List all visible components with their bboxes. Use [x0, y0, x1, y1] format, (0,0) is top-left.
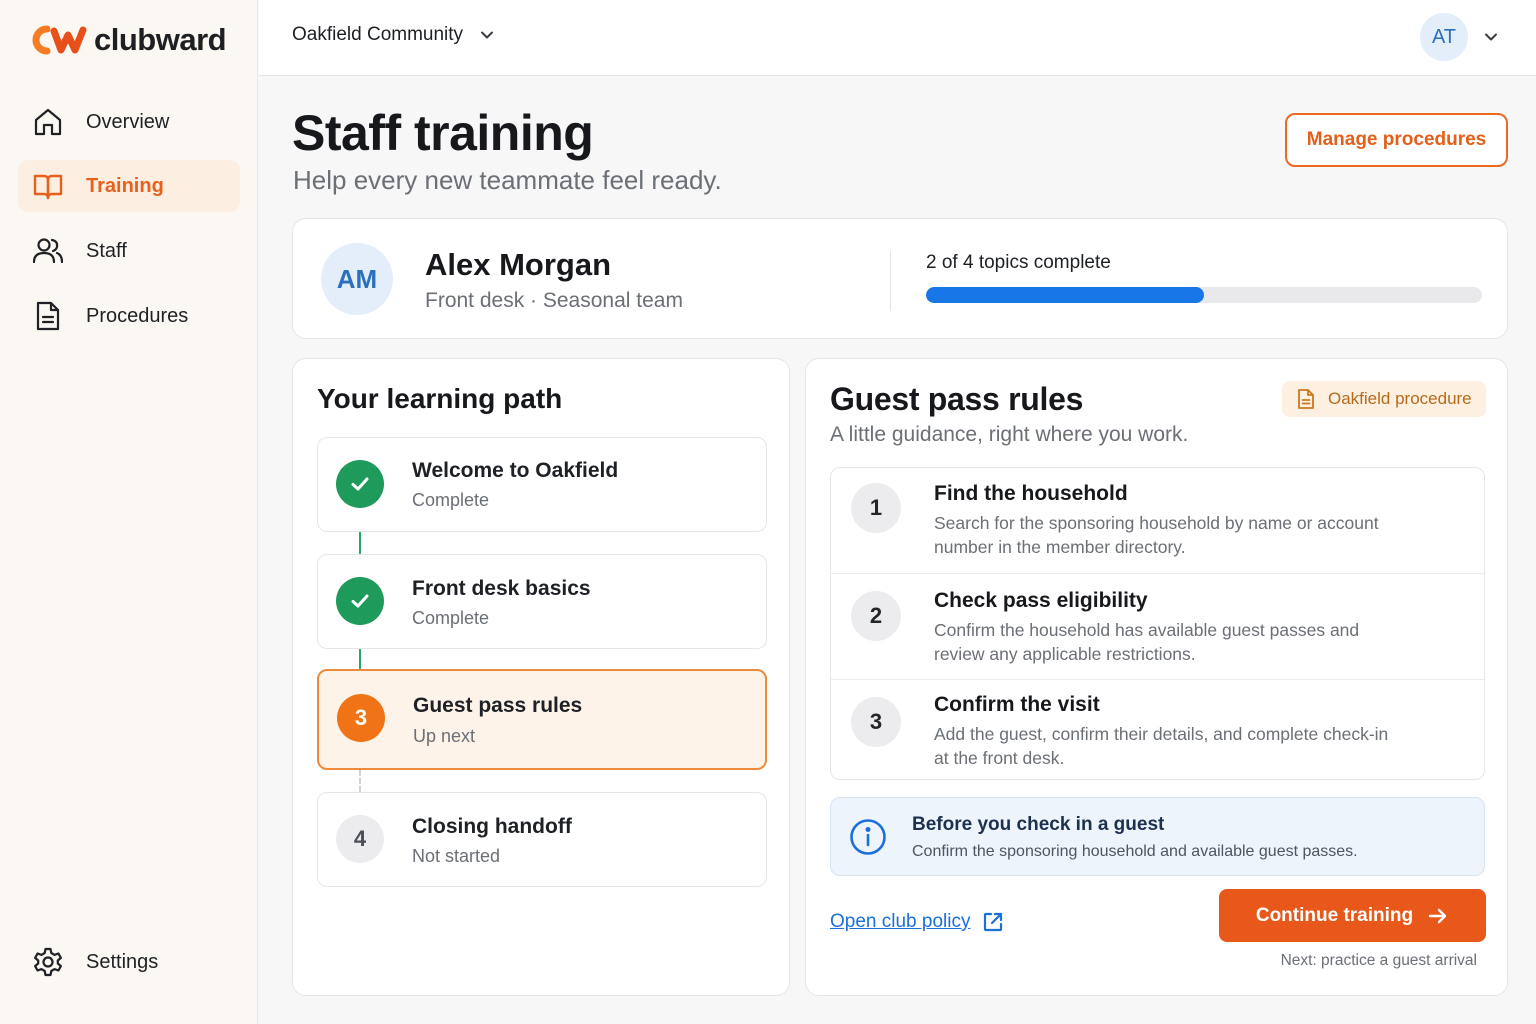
step-title: Welcome to Oakfield [412, 459, 619, 482]
sidebar-item-training[interactable]: Training [18, 160, 240, 212]
trainee-avatar: AM [321, 243, 393, 315]
guide-panel: Guest pass rules A little guidance, righ… [805, 358, 1508, 996]
sidebar-item-label: Overview [86, 110, 170, 133]
path-connector [359, 770, 361, 792]
instruction-title: Find the household [934, 482, 1128, 505]
instruction-step: 3 Confirm the visit Add the guest, confi… [831, 679, 1484, 779]
org-name: Oakfield Community [292, 24, 464, 45]
info-icon [850, 819, 886, 855]
learning-step-guest-pass[interactable]: 3 Guest pass rules Up next [317, 669, 767, 770]
step-number: 4 [336, 815, 384, 863]
sidebar-item-label: Settings [86, 950, 159, 973]
page-subtitle: Help every new teammate feel ready. [293, 165, 722, 195]
document-icon [36, 301, 60, 331]
info-callout: Before you check in a guest Confirm the … [830, 797, 1485, 876]
trainee-name: Alex Morgan [425, 247, 612, 282]
instruction-step: 1 Find the household Search for the spon… [831, 468, 1484, 573]
step-number: 3 [337, 694, 385, 742]
instruction-list: 1 Find the household Search for the spon… [830, 467, 1485, 780]
sidebar-item-overview[interactable]: Overview [18, 96, 240, 148]
progress-bar [926, 287, 1482, 303]
org-switcher[interactable]: Oakfield Community [292, 24, 495, 46]
sidebar-item-label: Staff [86, 239, 127, 262]
sidebar: clubward Overview Training Staff Procedu… [0, 0, 258, 1024]
instruction-number: 3 [851, 697, 901, 747]
sidebar-item-settings[interactable]: Settings [18, 936, 240, 988]
description-line: Add the guest, confirm their details, an… [934, 724, 1389, 744]
progress-label: 2 of 4 topics complete [926, 252, 1111, 273]
policy-link-label: Open club policy [830, 911, 971, 932]
description-line: at the front desk. [934, 748, 1065, 768]
continue-button-label: Continue training [1255, 904, 1414, 926]
sidebar-item-label: Training [86, 174, 164, 197]
description-line: number in the member directory. [934, 537, 1186, 557]
instruction-title: Confirm the visit [934, 693, 1100, 716]
instruction-description: Search for the sponsoring household by n… [934, 511, 1434, 559]
learning-path-card: Your learning path Welcome to Oakfield C… [292, 358, 790, 996]
description-line: Search for the sponsoring household by n… [934, 513, 1379, 533]
description-line: review any applicable restrictions. [934, 644, 1196, 664]
external-link-icon [984, 912, 1003, 932]
divider [890, 251, 891, 311]
instruction-step: 2 Check pass eligibility Confirm the hou… [831, 573, 1484, 679]
continue-training-button[interactable]: Continue training [1219, 889, 1486, 942]
guide-title: Guest pass rules [830, 381, 1084, 417]
document-icon [1298, 389, 1314, 409]
learning-step-closing-handoff[interactable]: 4 Closing handoff Not started [317, 792, 767, 887]
book-icon [33, 174, 63, 200]
brand-logo[interactable]: clubward [30, 22, 227, 58]
arrow-right-icon [1428, 908, 1447, 923]
instruction-number: 1 [851, 483, 901, 533]
instruction-description: Add the guest, confirm their details, an… [934, 722, 1434, 770]
sidebar-item-staff[interactable]: Staff [18, 225, 240, 277]
user-avatar[interactable]: AT [1420, 13, 1468, 61]
chevron-down-icon [481, 31, 494, 39]
instruction-number: 2 [851, 591, 901, 641]
home-icon [34, 108, 62, 136]
step-title: Front desk basics [412, 577, 591, 600]
step-status: Complete [412, 608, 490, 628]
learning-step-front-desk[interactable]: Front desk basics Complete [317, 554, 767, 649]
clubward-logo-icon [32, 25, 87, 55]
users-icon [32, 238, 64, 264]
callout-title: Before you check in a guest [912, 814, 1165, 835]
step-status: Up next [413, 726, 476, 746]
step-status: Not started [412, 846, 501, 866]
topbar: Oakfield Community AT [259, 0, 1536, 76]
trainee-profile-card: AM Alex Morgan Front desk · Seasonal tea… [292, 218, 1508, 339]
learning-path-title: Your learning path [317, 383, 563, 414]
guide-subtitle: A little guidance, right where you work. [830, 423, 1189, 446]
callout-text: Confirm the sponsoring household and ava… [912, 843, 1358, 860]
brand-name: clubward [94, 22, 227, 57]
procedure-tag-label: Oakfield procedure [1328, 389, 1472, 408]
open-club-policy-link[interactable]: Open club policy [830, 911, 1004, 933]
step-status: Complete [412, 490, 490, 510]
learning-step-welcome[interactable]: Welcome to Oakfield Complete [317, 437, 767, 532]
check-icon [336, 460, 384, 508]
chevron-down-icon[interactable] [1483, 29, 1499, 45]
next-step-note: Next: practice a guest arrival [1280, 952, 1477, 969]
instruction-description: Confirm the household has available gues… [934, 618, 1434, 666]
step-title: Guest pass rules [413, 694, 583, 717]
step-title: Closing handoff [412, 815, 572, 838]
procedure-tag[interactable]: Oakfield procedure [1282, 381, 1486, 417]
manage-procedures-button[interactable]: Manage procedures [1285, 113, 1508, 167]
sidebar-item-procedures[interactable]: Procedures [18, 290, 240, 342]
gear-icon [34, 947, 62, 977]
progress-bar-fill [926, 287, 1204, 303]
sidebar-item-label: Procedures [86, 304, 189, 327]
description-line: Confirm the household has available gues… [934, 620, 1360, 640]
page-title: Staff training [292, 105, 594, 161]
instruction-title: Check pass eligibility [934, 589, 1148, 612]
trainee-role: Front desk · Seasonal team [425, 289, 683, 312]
check-icon [336, 577, 384, 625]
